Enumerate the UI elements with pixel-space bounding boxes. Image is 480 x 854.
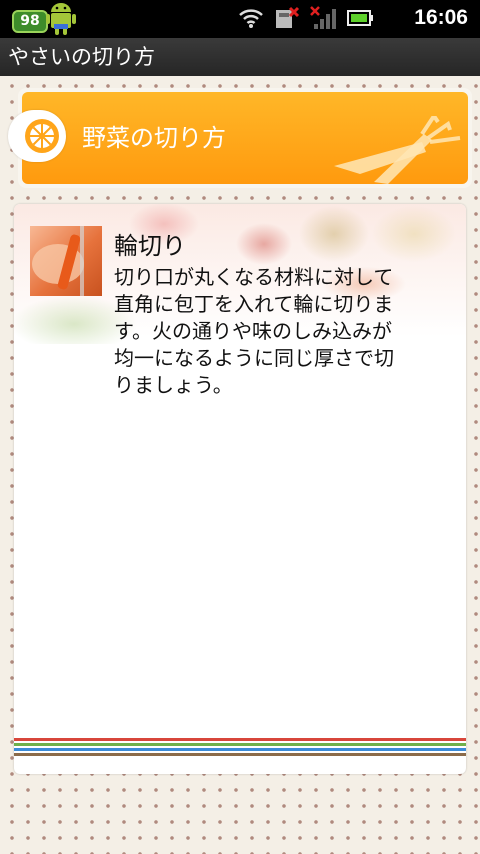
- round-cut-thumbnail: [30, 226, 102, 296]
- carrot-decoration-icon: [334, 116, 461, 184]
- stripe-blue: [14, 748, 466, 751]
- status-bar: 98 16:06: [0, 0, 480, 38]
- description-line: す。火の通りや味のしみ込みが: [114, 319, 392, 343]
- description-line: りましょう。: [114, 373, 233, 397]
- orange-slice-icon: [25, 119, 59, 153]
- description-line: 均一になるように同じ厚さで切: [114, 346, 394, 370]
- status-icons: [238, 6, 374, 30]
- wifi-icon: [239, 9, 263, 28]
- item-title: 輪切り: [114, 232, 186, 260]
- signal-no-service-icon: [310, 6, 336, 29]
- stripe-red: [14, 738, 466, 741]
- item-description: 切り口が丸くなる材料に対して 直角に包丁を入れて輪に切りま す。火の通りや味のし…: [114, 264, 450, 399]
- stripe-green: [14, 743, 466, 746]
- battery-icon: [347, 10, 373, 26]
- carrot-cutting-image: [32, 226, 84, 296]
- stripe-brown: [14, 753, 466, 756]
- android-icon: [46, 3, 76, 35]
- sync-error-icon: [276, 6, 300, 28]
- app-title-bar: やさいの切り方: [0, 38, 480, 76]
- header-title: 野菜の切り方: [82, 124, 226, 152]
- status-clock: 16:06: [414, 6, 468, 29]
- decorative-stripes: [14, 738, 466, 762]
- notification-count-badge: 98: [12, 10, 48, 33]
- description-line: 直角に包丁を入れて輪に切りま: [114, 292, 394, 316]
- description-line: 切り口が丸くなる材料に対して: [114, 265, 394, 289]
